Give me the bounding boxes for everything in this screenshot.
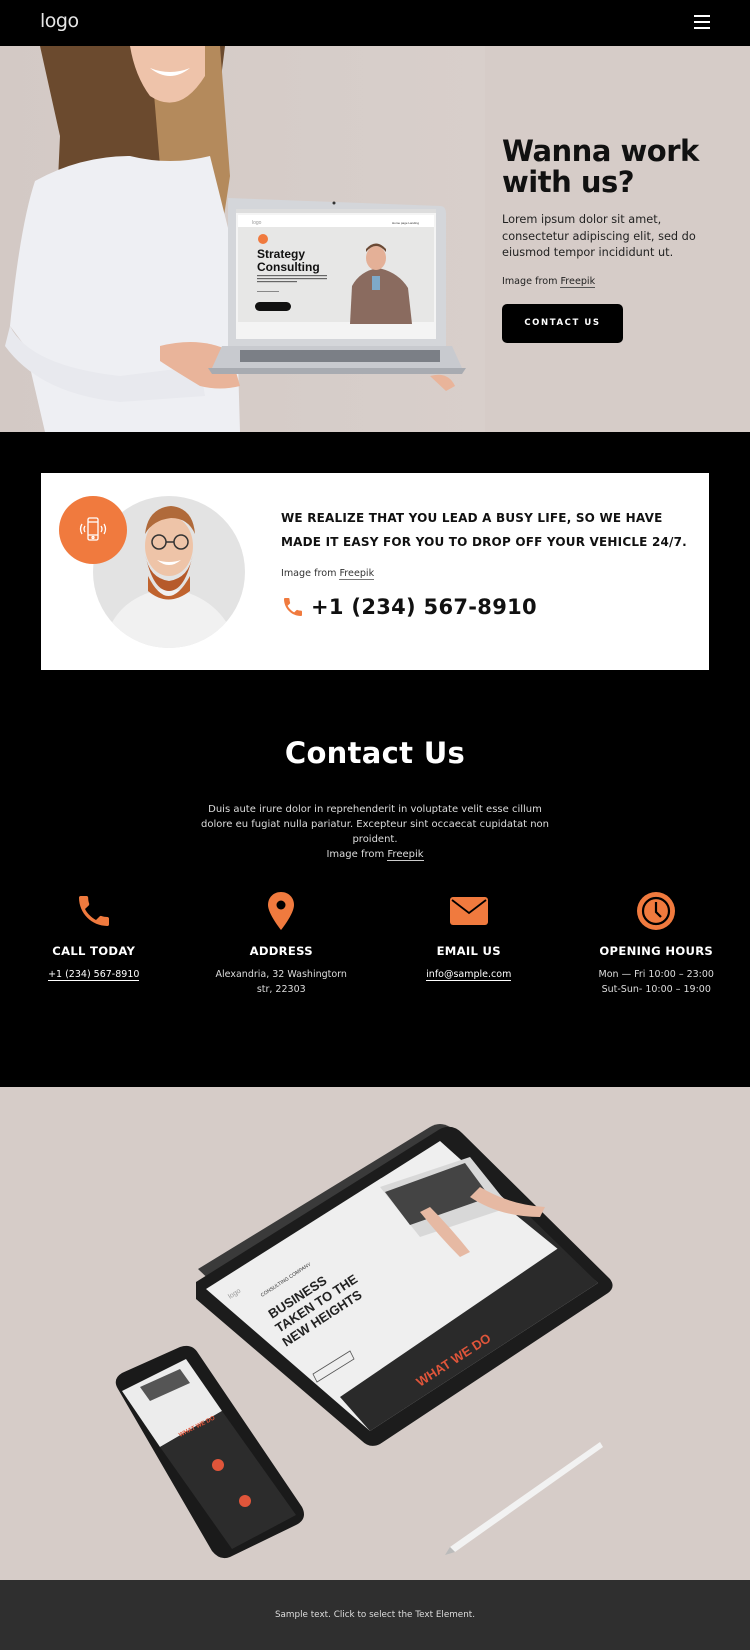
woman-with-laptop-illustration: logo Home page Landing Strategy Consulti… [0, 46, 485, 432]
hero-image: logo Home page Landing Strategy Consulti… [0, 46, 485, 432]
opening-hours-title: OPENING HOURS [599, 944, 713, 958]
hero-text: Wanna work with us? Lorem ipsum dolor si… [502, 136, 722, 343]
laptop-screen-headline-2: Consulting [257, 260, 320, 274]
svg-text:Home page Landing: Home page Landing [392, 221, 419, 225]
contact-col-call: CALL TODAY +1 (234) 567-8910 [0, 890, 188, 997]
opening-hours-value: Mon — Fri 10:00 – 23:00 Sut-Sun- 10:00 –… [599, 968, 714, 997]
call-phone-link[interactable]: +1 (234) 567-8910 [48, 969, 139, 981]
logo[interactable]: logo [40, 10, 79, 32]
busy-image-credit: Image from Freepik [281, 568, 691, 579]
credit-prefix: Image from [326, 849, 387, 860]
phone-number-text[interactable]: +1 (234) 567-8910 [311, 595, 537, 619]
clock-icon [636, 890, 676, 932]
footer-text[interactable]: Sample text. Click to select the Text El… [275, 1610, 475, 1620]
freepik-link[interactable]: Freepik [560, 276, 595, 288]
phone-icon [281, 595, 305, 619]
contact-us-button[interactable]: CONTACT US [502, 304, 623, 343]
email-us-title: EMAIL US [437, 944, 501, 958]
hero-image-credit: Image from Freepik [502, 276, 722, 287]
contact-col-hours: OPENING HOURS Mon — Fri 10:00 – 23:00 Su… [563, 890, 750, 997]
contact-us-title: Contact Us [0, 736, 750, 770]
address-title: ADDRESS [250, 944, 313, 958]
busy-life-title: WE REALIZE THAT YOU LEAD A BUSY LIFE, SO… [281, 507, 691, 554]
contact-us-section: Contact Us Duis aute irure dolor in repr… [0, 702, 750, 1087]
address-line-1: Alexandria, 32 Washingtorn [216, 969, 347, 980]
contact-us-description: Duis aute irure dolor in reprehenderit i… [195, 802, 555, 862]
email-link[interactable]: info@sample.com [426, 969, 511, 981]
freepik-link[interactable]: Freepik [339, 568, 374, 580]
devices-mockup-section: logo CONSULTING COMPANY BUSINESS TAKEN T… [0, 1087, 750, 1580]
hero-title: Wanna work with us? [502, 136, 722, 198]
site-footer: Sample text. Click to select the Text El… [0, 1580, 750, 1650]
laptop-screen-logo: logo [252, 220, 262, 226]
envelope-icon [449, 890, 489, 932]
laptop-screen-headline-1: Strategy [257, 247, 305, 261]
contact-col-address: ADDRESS Alexandria, 32 Washingtorn str, … [188, 890, 376, 997]
freepik-link[interactable]: Freepik [387, 849, 423, 861]
phone-icon [74, 890, 114, 932]
contact-desc-text: Duis aute irure dolor in reprehenderit i… [201, 804, 549, 845]
contact-info-columns: CALL TODAY +1 (234) 567-8910 ADDRESS Ale… [0, 890, 750, 997]
tablet-phone-mockup-image: logo CONSULTING COMPANY BUSINESS TAKEN T… [0, 1087, 750, 1580]
hours-weekend: Sut-Sun- 10:00 – 19:00 [602, 984, 711, 995]
address-line-2: str, 22303 [257, 984, 306, 995]
busy-phone-number: +1 (234) 567-8910 [281, 595, 691, 619]
hamburger-menu-icon[interactable] [694, 15, 710, 30]
busy-life-text: WE REALIZE THAT YOU LEAD A BUSY LIFE, SO… [281, 507, 691, 619]
address-value: Alexandria, 32 Washingtorn str, 22303 [216, 968, 347, 997]
smartphone-vibrate-icon [59, 496, 127, 564]
call-today-title: CALL TODAY [52, 944, 135, 958]
hours-weekdays: Mon — Fri 10:00 – 23:00 [599, 969, 714, 980]
hero-section: logo Home page Landing Strategy Consulti… [0, 46, 750, 432]
hero-description: Lorem ipsum dolor sit amet, consectetur … [502, 212, 722, 262]
map-pin-icon [266, 890, 296, 932]
credit-prefix: Image from [502, 276, 560, 287]
busy-life-card: WE REALIZE THAT YOU LEAD A BUSY LIFE, SO… [41, 473, 709, 670]
site-header: logo [0, 0, 750, 46]
busy-life-section: WE REALIZE THAT YOU LEAD A BUSY LIFE, SO… [0, 432, 750, 702]
contact-col-email: EMAIL US info@sample.com [375, 890, 563, 997]
credit-prefix: Image from [281, 568, 339, 579]
